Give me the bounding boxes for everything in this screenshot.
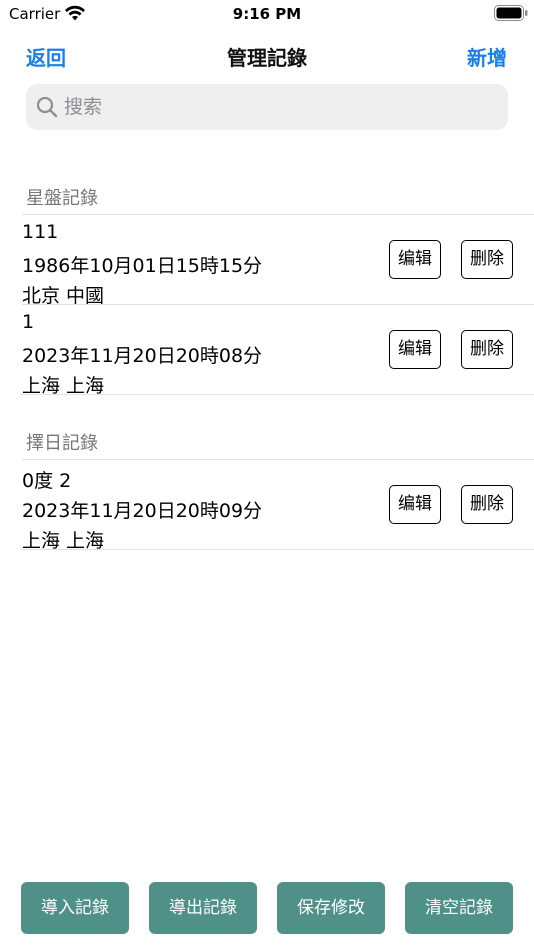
add-record-button[interactable]: 新增 xyxy=(467,42,507,71)
divider xyxy=(22,549,534,550)
battery-icon xyxy=(494,5,528,21)
edit-button[interactable]: 编辑 xyxy=(389,330,441,369)
record-datetime: 2023年11月20日20時08分 xyxy=(22,345,263,367)
search-input[interactable] xyxy=(64,92,494,122)
delete-button[interactable]: 删除 xyxy=(461,240,513,279)
import-records-button[interactable]: 導入記錄 xyxy=(21,882,129,934)
record-datetime: 1986年10月01日15時15分 xyxy=(22,255,263,277)
divider xyxy=(22,394,534,395)
record-name: 111 xyxy=(22,221,59,243)
bottom-action-bar: 導入記錄 導出記錄 保存修改 清空記錄 xyxy=(0,882,534,934)
edit-button[interactable]: 编辑 xyxy=(389,240,441,279)
record-row[interactable]: 111 1986年10月01日15時15分 北京 中國 编辑 删除 xyxy=(0,215,534,307)
record-name: 1 xyxy=(22,311,35,333)
search-icon xyxy=(36,96,58,118)
back-button[interactable]: 返回 xyxy=(26,42,66,71)
record-row[interactable]: 0度 2 2023年11月20日20時09分 上海 上海 编辑 删除 xyxy=(0,460,534,552)
record-name: 0度 2 xyxy=(22,470,72,492)
record-datetime: 2023年11月20日20時09分 xyxy=(22,500,263,522)
edit-button[interactable]: 编辑 xyxy=(389,485,441,524)
navigation-bar: 管理記錄 返回 新增 xyxy=(0,36,534,76)
section-header-date-selection-records: 擇日記錄 xyxy=(26,433,98,454)
status-time: 9:16 PM xyxy=(232,5,302,23)
search-bar[interactable] xyxy=(26,84,508,130)
record-row[interactable]: 1 2023年11月20日20時08分 上海 上海 编辑 删除 xyxy=(0,305,534,397)
delete-button[interactable]: 删除 xyxy=(461,485,513,524)
section-header-chart-records: 星盤記錄 xyxy=(26,188,98,209)
save-changes-button[interactable]: 保存修改 xyxy=(277,882,385,934)
delete-button[interactable]: 删除 xyxy=(461,330,513,369)
page-title: 管理記錄 xyxy=(227,46,307,70)
clear-records-button[interactable]: 清空記錄 xyxy=(405,882,513,934)
export-records-button[interactable]: 導出記錄 xyxy=(149,882,257,934)
status-bar: Carrier 9:16 PM xyxy=(0,0,534,28)
